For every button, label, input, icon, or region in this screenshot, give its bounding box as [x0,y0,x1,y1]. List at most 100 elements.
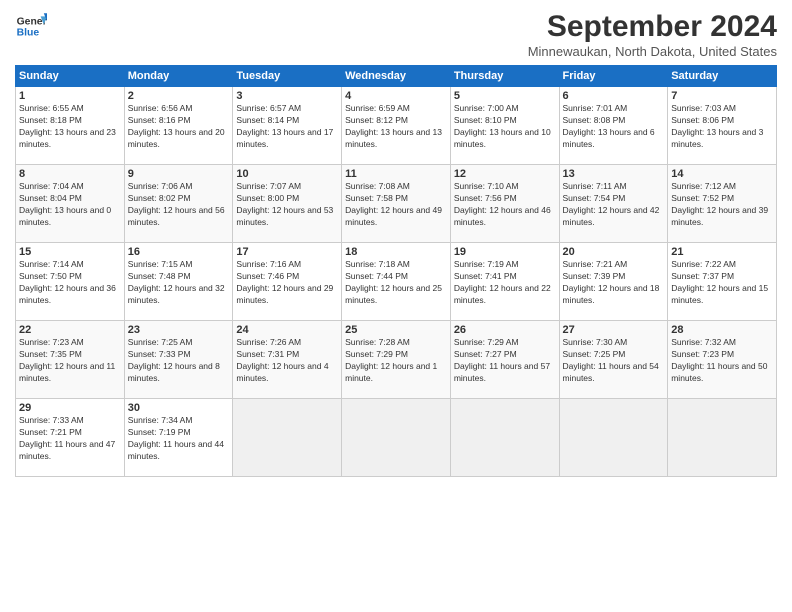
day-number: 1 [19,90,121,102]
day-info: Sunrise: 7:28 AMSunset: 7:29 PMDaylight:… [345,337,437,383]
calendar-cell: 18 Sunrise: 7:18 AMSunset: 7:44 PMDaylig… [342,243,451,321]
day-number: 10 [236,168,338,180]
calendar-cell: 5 Sunrise: 7:00 AMSunset: 8:10 PMDayligh… [450,87,559,165]
day-number: 25 [345,324,447,336]
calendar-cell: 24 Sunrise: 7:26 AMSunset: 7:31 PMDaylig… [233,321,342,399]
calendar-cell: 11 Sunrise: 7:08 AMSunset: 7:58 PMDaylig… [342,165,451,243]
calendar-cell [559,399,668,477]
day-info: Sunrise: 7:11 AMSunset: 7:54 PMDaylight:… [563,181,660,227]
calendar-cell: 29 Sunrise: 7:33 AMSunset: 7:21 PMDaylig… [16,399,125,477]
day-info: Sunrise: 7:10 AMSunset: 7:56 PMDaylight:… [454,181,551,227]
calendar-cell: 22 Sunrise: 7:23 AMSunset: 7:35 PMDaylig… [16,321,125,399]
day-info: Sunrise: 7:33 AMSunset: 7:21 PMDaylight:… [19,415,115,461]
day-info: Sunrise: 7:03 AMSunset: 8:06 PMDaylight:… [671,103,763,149]
day-number: 24 [236,324,338,336]
day-number: 5 [454,90,556,102]
calendar-week-2: 8 Sunrise: 7:04 AMSunset: 8:04 PMDayligh… [16,165,777,243]
day-info: Sunrise: 7:12 AMSunset: 7:52 PMDaylight:… [671,181,768,227]
weekday-header-tuesday: Tuesday [233,66,342,87]
location: Minnewaukan, North Dakota, United States [528,44,777,59]
calendar-cell: 7 Sunrise: 7:03 AMSunset: 8:06 PMDayligh… [668,87,777,165]
day-info: Sunrise: 7:14 AMSunset: 7:50 PMDaylight:… [19,259,116,305]
day-info: Sunrise: 7:21 AMSunset: 7:39 PMDaylight:… [563,259,660,305]
day-info: Sunrise: 6:56 AMSunset: 8:16 PMDaylight:… [128,103,225,149]
weekday-header-thursday: Thursday [450,66,559,87]
day-info: Sunrise: 7:32 AMSunset: 7:23 PMDaylight:… [671,337,767,383]
day-info: Sunrise: 7:16 AMSunset: 7:46 PMDaylight:… [236,259,333,305]
day-number: 16 [128,246,230,258]
weekday-header-sunday: Sunday [16,66,125,87]
day-number: 15 [19,246,121,258]
calendar-cell: 14 Sunrise: 7:12 AMSunset: 7:52 PMDaylig… [668,165,777,243]
day-info: Sunrise: 7:19 AMSunset: 7:41 PMDaylight:… [454,259,551,305]
day-info: Sunrise: 7:18 AMSunset: 7:44 PMDaylight:… [345,259,442,305]
calendar-cell: 27 Sunrise: 7:30 AMSunset: 7:25 PMDaylig… [559,321,668,399]
calendar-cell: 10 Sunrise: 7:07 AMSunset: 8:00 PMDaylig… [233,165,342,243]
weekday-header-wednesday: Wednesday [342,66,451,87]
calendar-cell [342,399,451,477]
day-number: 29 [19,402,121,414]
weekday-header-saturday: Saturday [668,66,777,87]
calendar-cell: 26 Sunrise: 7:29 AMSunset: 7:27 PMDaylig… [450,321,559,399]
day-number: 22 [19,324,121,336]
day-info: Sunrise: 7:04 AMSunset: 8:04 PMDaylight:… [19,181,111,227]
calendar-cell: 3 Sunrise: 6:57 AMSunset: 8:14 PMDayligh… [233,87,342,165]
day-info: Sunrise: 7:29 AMSunset: 7:27 PMDaylight:… [454,337,550,383]
day-number: 13 [563,168,665,180]
day-number: 18 [345,246,447,258]
day-info: Sunrise: 7:01 AMSunset: 8:08 PMDaylight:… [563,103,655,149]
calendar-cell: 8 Sunrise: 7:04 AMSunset: 8:04 PMDayligh… [16,165,125,243]
calendar-cell [450,399,559,477]
calendar-week-5: 29 Sunrise: 7:33 AMSunset: 7:21 PMDaylig… [16,399,777,477]
day-number: 23 [128,324,230,336]
calendar-cell: 13 Sunrise: 7:11 AMSunset: 7:54 PMDaylig… [559,165,668,243]
day-number: 27 [563,324,665,336]
day-number: 6 [563,90,665,102]
calendar-week-1: 1 Sunrise: 6:55 AMSunset: 8:18 PMDayligh… [16,87,777,165]
calendar-cell: 17 Sunrise: 7:16 AMSunset: 7:46 PMDaylig… [233,243,342,321]
calendar-cell: 12 Sunrise: 7:10 AMSunset: 7:56 PMDaylig… [450,165,559,243]
day-number: 19 [454,246,556,258]
calendar-cell: 28 Sunrise: 7:32 AMSunset: 7:23 PMDaylig… [668,321,777,399]
calendar-cell [668,399,777,477]
day-number: 9 [128,168,230,180]
day-number: 28 [671,324,773,336]
calendar-week-4: 22 Sunrise: 7:23 AMSunset: 7:35 PMDaylig… [16,321,777,399]
calendar-cell: 16 Sunrise: 7:15 AMSunset: 7:48 PMDaylig… [124,243,233,321]
calendar-cell: 9 Sunrise: 7:06 AMSunset: 8:02 PMDayligh… [124,165,233,243]
weekday-header-friday: Friday [559,66,668,87]
day-info: Sunrise: 7:30 AMSunset: 7:25 PMDaylight:… [563,337,659,383]
day-number: 30 [128,402,230,414]
calendar-cell: 19 Sunrise: 7:19 AMSunset: 7:41 PMDaylig… [450,243,559,321]
logo-icon: General Blue [15,10,47,42]
day-info: Sunrise: 7:23 AMSunset: 7:35 PMDaylight:… [19,337,115,383]
svg-text:Blue: Blue [17,28,40,39]
day-number: 21 [671,246,773,258]
calendar-cell: 1 Sunrise: 6:55 AMSunset: 8:18 PMDayligh… [16,87,125,165]
day-number: 7 [671,90,773,102]
day-info: Sunrise: 7:00 AMSunset: 8:10 PMDaylight:… [454,103,551,149]
day-number: 11 [345,168,447,180]
day-number: 3 [236,90,338,102]
day-number: 4 [345,90,447,102]
calendar-week-3: 15 Sunrise: 7:14 AMSunset: 7:50 PMDaylig… [16,243,777,321]
month-title: September 2024 [528,10,777,44]
day-info: Sunrise: 7:22 AMSunset: 7:37 PMDaylight:… [671,259,768,305]
day-info: Sunrise: 7:08 AMSunset: 7:58 PMDaylight:… [345,181,442,227]
calendar-cell [233,399,342,477]
calendar-table: SundayMondayTuesdayWednesdayThursdayFrid… [15,65,777,477]
calendar-cell: 23 Sunrise: 7:25 AMSunset: 7:33 PMDaylig… [124,321,233,399]
day-info: Sunrise: 7:15 AMSunset: 7:48 PMDaylight:… [128,259,225,305]
calendar-cell: 30 Sunrise: 7:34 AMSunset: 7:19 PMDaylig… [124,399,233,477]
calendar-cell: 15 Sunrise: 7:14 AMSunset: 7:50 PMDaylig… [16,243,125,321]
title-area: September 2024 Minnewaukan, North Dakota… [528,10,777,59]
day-info: Sunrise: 7:34 AMSunset: 7:19 PMDaylight:… [128,415,224,461]
day-number: 12 [454,168,556,180]
calendar-cell: 25 Sunrise: 7:28 AMSunset: 7:29 PMDaylig… [342,321,451,399]
day-number: 17 [236,246,338,258]
day-info: Sunrise: 6:55 AMSunset: 8:18 PMDaylight:… [19,103,116,149]
calendar-cell: 21 Sunrise: 7:22 AMSunset: 7:37 PMDaylig… [668,243,777,321]
logo: General Blue [15,10,47,42]
day-info: Sunrise: 7:25 AMSunset: 7:33 PMDaylight:… [128,337,220,383]
day-info: Sunrise: 6:57 AMSunset: 8:14 PMDaylight:… [236,103,333,149]
